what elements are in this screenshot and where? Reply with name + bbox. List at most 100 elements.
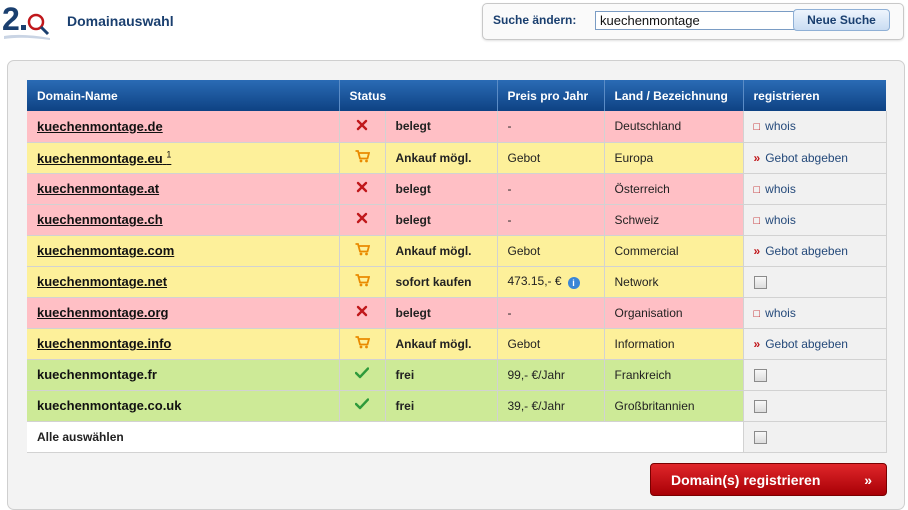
domain-name[interactable]: kuechenmontage.net	[37, 274, 167, 289]
column-header-domain: Domain-Name	[27, 80, 340, 111]
domain-cell[interactable]: kuechenmontage.at	[27, 173, 340, 205]
price-text: -	[507, 119, 512, 134]
bid-link[interactable]: » Gebot abgeben	[754, 244, 848, 258]
price-cell: -	[497, 173, 605, 205]
status-text: Ankauf mögl.	[395, 150, 472, 165]
document-icon: □	[753, 214, 761, 227]
cart-icon	[355, 335, 370, 352]
domain-cell[interactable]: kuechenmontage.eu 1	[27, 142, 340, 174]
whois-link[interactable]: □ whois	[754, 182, 796, 196]
domain-name[interactable]: kuechenmontage.info	[37, 336, 171, 351]
price-text: -	[507, 181, 512, 196]
domain-name[interactable]: kuechenmontage.ch	[37, 212, 163, 227]
table-row: kuechenmontage.net sofort kaufen 473.15,- …	[27, 266, 887, 298]
country-cell: Organisation	[604, 297, 744, 329]
domain-text: kuechenmontage.com	[37, 243, 175, 258]
status-text: Ankauf mögl.	[395, 243, 472, 258]
double-arrow-right-icon: »	[753, 150, 761, 165]
domain-cell[interactable]: kuechenmontage.net	[27, 266, 340, 298]
register-domains-button[interactable]: Domain(s) registrieren »	[650, 463, 887, 496]
whois-label: whois	[765, 119, 796, 134]
domain-text: kuechenmontage.fr	[37, 367, 157, 382]
domain-cell[interactable]: kuechenmontage.ch	[27, 204, 340, 236]
whois-link[interactable]: □ whois	[754, 119, 796, 133]
country-text: Deutschland	[614, 119, 682, 134]
column-header-register: registrieren	[743, 80, 886, 111]
cross-icon	[356, 305, 368, 320]
new-search-button[interactable]: Neue Suche	[793, 9, 890, 31]
price-cell: 473.15,- € i	[497, 266, 605, 298]
status-text: Ankauf mögl.	[395, 336, 472, 351]
country-text: Großbritannien	[614, 398, 695, 413]
table-row: kuechenmontage.com Ankauf mögl. Gebot Comme…	[27, 235, 887, 267]
status-text: frei	[395, 398, 415, 413]
register-cell: » Gebot abgeben	[743, 235, 887, 267]
domain-text: kuechenmontage.eu	[37, 150, 163, 166]
domain-name[interactable]: kuechenmontage.at	[37, 181, 159, 196]
status-icon-cell	[339, 328, 386, 360]
domain-cell: kuechenmontage.co.uk	[27, 390, 340, 422]
status-icon-cell	[339, 173, 386, 205]
register-cell	[743, 390, 887, 422]
status-text: belegt	[395, 212, 431, 227]
status-text: frei	[395, 367, 415, 382]
table-row: kuechenmontage.de belegt - Deutschland □ whoi…	[27, 111, 887, 143]
domain-text: kuechenmontage.co.uk	[37, 398, 182, 413]
register-checkbox[interactable]	[753, 275, 767, 289]
footnote: 1	[166, 149, 172, 160]
table-header-row: Domain-Name Status Preis pro Jahr Land /…	[27, 80, 886, 111]
double-arrow-right-icon: »	[753, 243, 761, 258]
register-checkbox[interactable]	[753, 368, 767, 382]
check-icon	[354, 367, 370, 382]
domain-name: kuechenmontage.fr	[37, 367, 157, 382]
register-checkbox[interactable]	[753, 399, 767, 413]
status-cell: frei	[385, 390, 498, 422]
domain-name[interactable]: kuechenmontage.eu 1	[37, 149, 172, 166]
bid-link[interactable]: » Gebot abgeben	[754, 151, 848, 165]
whois-link[interactable]: □ whois	[754, 306, 796, 320]
status-icon-cell	[339, 359, 386, 391]
info-icon[interactable]: i	[567, 277, 580, 289]
status-text: belegt	[395, 181, 431, 196]
register-cell: □ whois	[743, 204, 887, 236]
domain-text: kuechenmontage.ch	[37, 212, 163, 227]
domain-name[interactable]: kuechenmontage.de	[37, 119, 163, 134]
cart-icon	[355, 149, 370, 166]
bid-link[interactable]: » Gebot abgeben	[754, 337, 848, 351]
register-cell: □ whois	[743, 111, 887, 143]
country-cell: Frankreich	[604, 359, 744, 391]
table-row: kuechenmontage.org belegt - Organisation □ wh…	[27, 297, 887, 329]
logo: 2	[2, 0, 52, 42]
select-all-cell: Alle auswählen	[27, 421, 744, 453]
domain-cell[interactable]: kuechenmontage.de	[27, 111, 340, 143]
status-cell: belegt	[385, 173, 498, 205]
domain-name[interactable]: kuechenmontage.org	[37, 305, 168, 320]
price-cell: Gebot	[497, 235, 605, 267]
domain-cell[interactable]: kuechenmontage.com	[27, 235, 340, 267]
select-all-checkbox[interactable]	[753, 430, 767, 444]
price-text: 99,- €/Jahr	[507, 367, 565, 382]
status-cell: belegt	[385, 297, 498, 329]
whois-link[interactable]: □ whois	[754, 213, 796, 227]
check-icon	[354, 398, 370, 413]
country-cell: Information	[604, 328, 744, 360]
document-icon: □	[753, 307, 761, 320]
status-cell: Ankauf mögl.	[385, 235, 498, 267]
domain-name[interactable]: kuechenmontage.com	[37, 243, 174, 258]
domain-cell: kuechenmontage.fr	[27, 359, 340, 391]
bid-label: Gebot abgeben	[765, 336, 848, 351]
bid-label: Gebot abgeben	[765, 150, 848, 165]
country-text: Frankreich	[614, 367, 672, 382]
register-domains-label: Domain(s) registrieren	[671, 471, 821, 488]
cart-icon	[355, 242, 370, 259]
column-header-country: Land / Bezeichnung	[604, 80, 744, 111]
domain-text: kuechenmontage.at	[37, 181, 160, 196]
domain-cell[interactable]: kuechenmontage.org	[27, 297, 340, 329]
country-cell: Europa	[604, 142, 744, 174]
domain-cell[interactable]: kuechenmontage.info	[27, 328, 340, 360]
status-cell: sofort kaufen	[385, 266, 498, 298]
column-header-status: Status	[339, 80, 498, 111]
document-icon: □	[753, 183, 761, 196]
register-cell: » Gebot abgeben	[743, 328, 887, 360]
search-input[interactable]	[595, 11, 795, 30]
